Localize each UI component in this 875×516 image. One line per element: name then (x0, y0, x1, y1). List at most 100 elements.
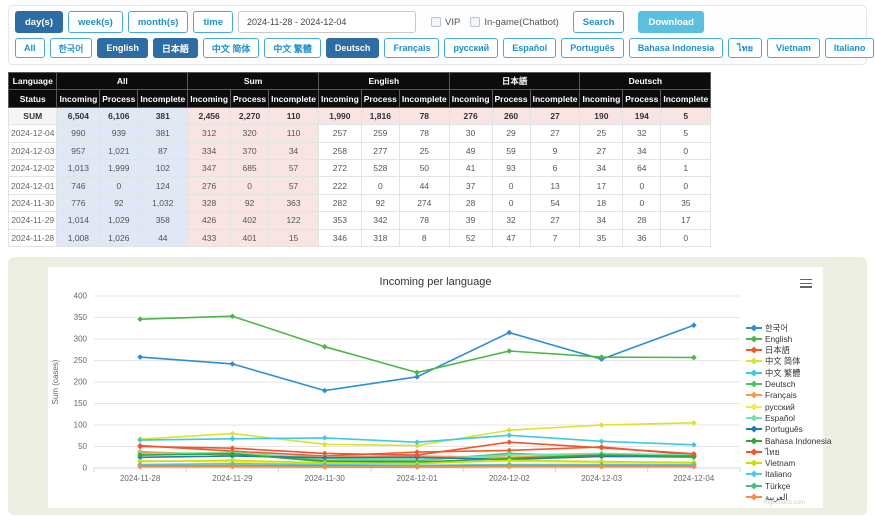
series-marker (137, 437, 143, 443)
legend-marker-icon (746, 482, 762, 490)
chart-menu-icon[interactable] (799, 278, 813, 289)
table-subheader: Process (231, 90, 269, 107)
table-cell: 0 (623, 194, 661, 211)
language-filter-english[interactable]: English (97, 38, 148, 58)
table-row: 2024-11-291,0141,02935842640212235334278… (9, 212, 711, 229)
table-cell: 54 (530, 194, 580, 211)
x-axis-tick-label: 2024-12-01 (397, 474, 438, 483)
table-cell: 39 (449, 212, 492, 229)
table-cell: 13 (530, 177, 580, 194)
table-row: 2024-12-017460124276057222044370131700 (9, 177, 711, 194)
table-cell: 17 (661, 212, 711, 229)
table-cell: 34 (580, 212, 623, 229)
table-cell: 44 (399, 177, 449, 194)
table-row: 2024-12-039571,0218733437034258277254959… (9, 142, 711, 159)
legend-item-Deutsch[interactable]: Deutsch (746, 378, 822, 389)
table-cell: 194 (623, 107, 661, 124)
table-cell: 528 (361, 159, 399, 176)
legend-item-English[interactable]: English (746, 333, 822, 344)
table-cell: 34 (269, 142, 319, 159)
legend-item-Português[interactable]: Português (746, 424, 822, 435)
legend-item-русский[interactable]: русский (746, 401, 822, 412)
period-button-time[interactable]: time (193, 11, 233, 33)
table-subheader: Incomplete (661, 90, 711, 107)
language-filter-italiano[interactable]: Italiano (825, 38, 875, 58)
table-cell: 957 (57, 142, 100, 159)
legend-marker-icon (746, 437, 762, 445)
language-filter-한국어[interactable]: 한국어 (50, 38, 93, 58)
search-button[interactable]: Search (573, 11, 625, 33)
checkbox-box[interactable] (431, 17, 441, 27)
table-cell: 7 (530, 229, 580, 246)
table-cell: 6,106 (100, 107, 138, 124)
series-marker (322, 388, 328, 394)
table-cell: 8 (399, 229, 449, 246)
table-row-label: 2024-12-04 (9, 125, 57, 142)
table-cell: 2,456 (188, 107, 231, 124)
table-cell: 25 (399, 142, 449, 159)
checkbox-box[interactable] (470, 17, 480, 27)
language-filter-русский[interactable]: русский (444, 38, 498, 58)
x-axis-tick-label: 2024-12-04 (673, 474, 714, 483)
language-filter-all[interactable]: All (15, 38, 45, 58)
legend-item-Türkçe[interactable]: Türkçe (746, 480, 822, 491)
language-filter-vietnam[interactable]: Vietnam (767, 38, 820, 58)
legend-marker-icon (746, 369, 762, 377)
table-cell: 346 (318, 229, 361, 246)
table-cell: 277 (361, 142, 399, 159)
table-cell: 276 (188, 177, 231, 194)
period-button-days[interactable]: day(s) (15, 11, 63, 33)
table-cell: 347 (188, 159, 231, 176)
date-range-input[interactable] (238, 11, 416, 33)
table-subheader: Incoming (449, 90, 492, 107)
legend-item-中文 繁體[interactable]: 中文 繁體 (746, 367, 822, 378)
y-axis-tick-label: 150 (74, 399, 88, 408)
table-cell: 0 (661, 229, 711, 246)
table-cell: 426 (188, 212, 231, 229)
legend-item-Español[interactable]: Español (746, 412, 822, 423)
table-cell: 37 (449, 177, 492, 194)
legend-item-Français[interactable]: Français (746, 390, 822, 401)
series-marker (599, 438, 605, 444)
legend-item-ไทย[interactable]: ไทย (746, 446, 822, 457)
legend-item-Bahasa Indonesia[interactable]: Bahasa Indonesia (746, 435, 822, 446)
table-cell: 0 (661, 177, 711, 194)
language-filter-bahasa-indonesia[interactable]: Bahasa Indonesia (629, 38, 724, 58)
line-chart: 0501001502002503003504002024-11-282024-1… (48, 288, 746, 494)
table-cell: 1,026 (100, 229, 138, 246)
language-filter-français[interactable]: Français (384, 38, 439, 58)
table-cell: 110 (269, 125, 319, 142)
table-cell: 49 (449, 142, 492, 159)
download-button[interactable]: Download (638, 11, 703, 33)
language-filter-deutsch[interactable]: Deutsch (326, 38, 380, 58)
language-filter-português[interactable]: Português (561, 38, 624, 58)
checkbox-ingamechatbot[interactable]: In-game(Chatbot) (470, 17, 558, 28)
y-axis-tick-label: 350 (74, 313, 88, 322)
y-axis-tick-label: 400 (74, 291, 88, 300)
legend-item-Italiano[interactable]: Italiano (746, 469, 822, 480)
language-filter-日本語[interactable]: 日本語 (153, 38, 198, 58)
table-cell: 0 (492, 194, 530, 211)
language-filter-中文-繁體[interactable]: 中文 繁體 (264, 38, 321, 58)
legend-item-中文 简体[interactable]: 中文 简体 (746, 356, 822, 367)
table-cell: 1,816 (361, 107, 399, 124)
table-cell: 342 (361, 212, 399, 229)
period-button-months[interactable]: month(s) (128, 11, 189, 33)
legend-item-日本語[interactable]: 日本語 (746, 345, 822, 356)
table-cell: 685 (231, 159, 269, 176)
language-filter-中文-简体[interactable]: 中文 简体 (203, 38, 260, 58)
y-axis-title: Sum (cases) (51, 359, 60, 404)
legend-item-한국어[interactable]: 한국어 (746, 322, 822, 333)
table-cell: 28 (623, 212, 661, 229)
language-filter-bar: All한국어English日本語中文 简体中文 繁體DeutschFrançai… (15, 38, 860, 58)
checkbox-vip[interactable]: VIP (431, 17, 460, 28)
table-cell: 27 (580, 142, 623, 159)
table-cell: 27 (530, 107, 580, 124)
legend-label: 中文 繁體 (765, 367, 801, 379)
language-filter-español[interactable]: Español (503, 38, 556, 58)
period-button-weeks[interactable]: week(s) (68, 11, 123, 33)
language-filter-ไทย[interactable]: ไทย (728, 38, 762, 58)
legend-item-Vietnam[interactable]: Vietnam (746, 457, 822, 468)
table-cell: 433 (188, 229, 231, 246)
legend-marker-icon (746, 493, 762, 501)
